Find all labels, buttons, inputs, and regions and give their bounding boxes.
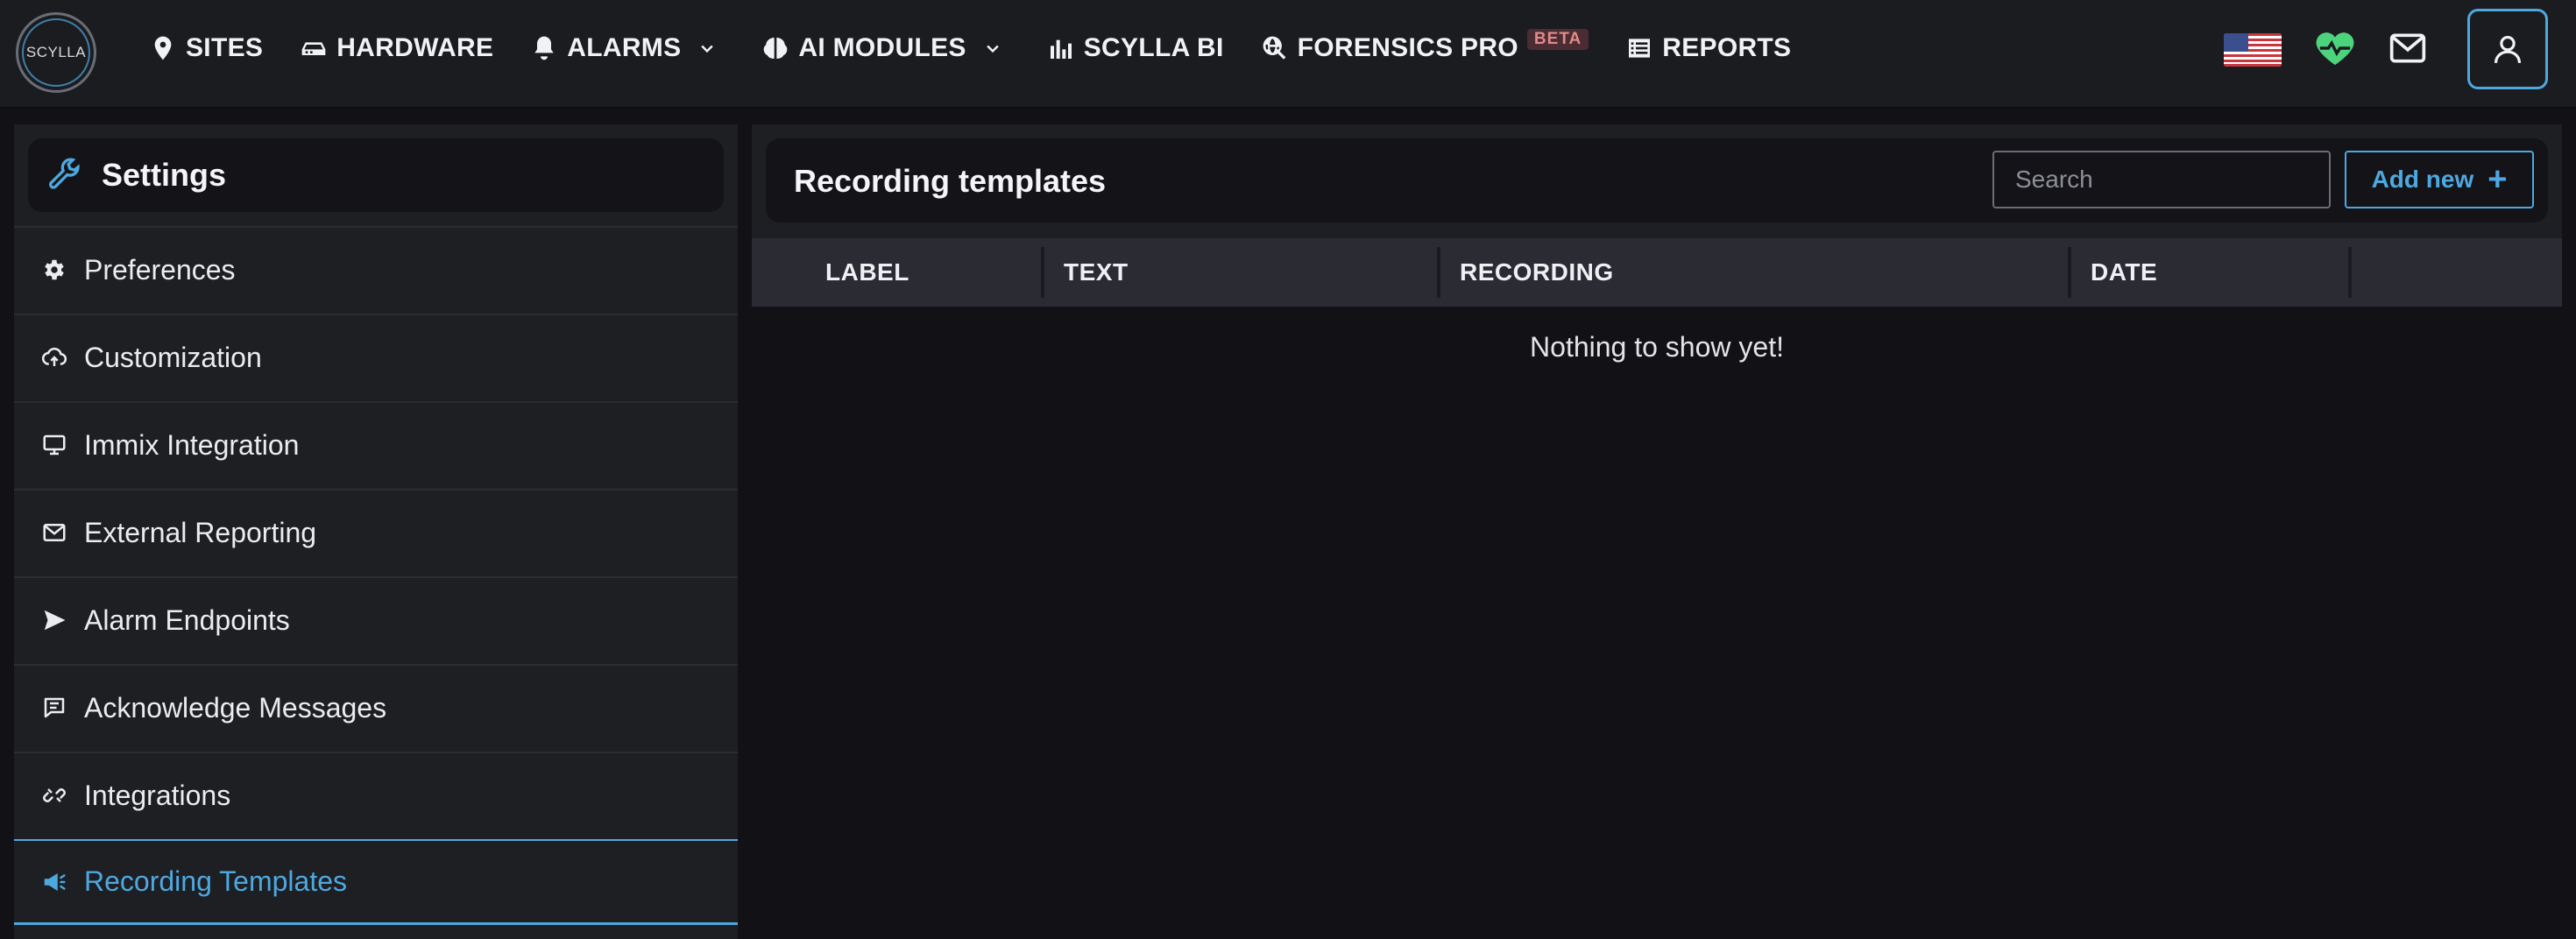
sidebar-item-alarm-endpoints[interactable]: Alarm Endpoints [14,576,738,662]
gear-icon [40,256,68,284]
nav-reports[interactable]: REPORTS [1625,22,1791,74]
mail-icon[interactable] [2388,32,2427,65]
table-body: Nothing to show yet! [752,307,2562,939]
wrench-icon [49,158,80,189]
column-header-label[interactable]: LABEL [825,238,909,307]
nav-scylla-bi-label: SCYLLA BI [1083,33,1224,62]
message-icon [40,694,68,722]
send-icon [40,606,68,634]
column-resize-handle[interactable] [2348,247,2352,298]
add-new-label: Add new [2371,166,2474,193]
globe-search-icon [1263,36,1286,60]
page-title: Recording templates [794,163,1107,199]
flag-us-icon[interactable] [2224,33,2282,67]
brain-icon [764,38,788,59]
chevron-down-icon [701,45,714,53]
chevron-down-icon [987,45,999,53]
user-icon [2494,35,2522,63]
cloud-upload-icon [40,343,68,371]
user-account-button[interactable] [2467,9,2548,89]
sidebar-item-label: Customization [84,341,262,373]
bar-chart-icon [1050,39,1072,59]
column-resize-handle[interactable] [1041,247,1044,298]
sidebar-item-integrations[interactable]: Integrations [14,752,738,837]
sidebar-item-label: Integrations [84,779,231,811]
panel-header: Recording templates Add new + [766,138,2548,222]
top-navigation-bar: SCYLLA SITES HARDWARE ALARMS AI MODULES … [0,0,2576,109]
sidebar-item-external-reporting[interactable]: External Reporting [14,489,738,575]
search-input[interactable] [1992,151,2331,208]
sidebar-item-label: Acknowledge Messages [84,691,387,724]
sidebar-item-acknowledge-messages[interactable]: Acknowledge Messages [14,664,738,750]
settings-title: Settings [102,157,227,193]
sidebar-item-label: Recording Templates [84,865,348,897]
envelope-icon [40,519,68,547]
nav-hardware[interactable]: HARDWARE [300,22,493,74]
nav-sites-label: SITES [186,33,264,62]
settings-sidebar: Settings Preferences Customization Immix… [14,124,738,939]
beta-badge: BETA [1526,29,1589,50]
sidebar-item-preferences[interactable]: Preferences [14,226,738,312]
nav-scylla-bi[interactable]: SCYLLA BI [1047,22,1224,74]
nav-ai-modules-label: AI MODULES [798,33,966,62]
sidebar-item-label: External Reporting [84,516,317,548]
nav-ai-modules[interactable]: AI MODULES [761,22,1009,74]
nav-forensics-pro[interactable]: FORENSICS PRO BETA [1261,22,1589,74]
sidebar-item-customization[interactable]: Customization [14,314,738,399]
nav-forensics-pro-label: FORENSICS PRO [1297,33,1518,62]
sidebar-item-label: Preferences [84,253,236,286]
settings-header: Settings [28,138,724,212]
sidebar-item-label: Immix Integration [84,428,300,461]
add-new-button[interactable]: Add new + [2345,151,2534,208]
table-header: LABEL TEXT RECORDING DATE [752,238,2562,307]
sidebar-item-immix-integration[interactable]: Immix Integration [14,401,738,487]
main-panel: Recording templates Add new + LABEL TEXT… [752,124,2562,939]
bell-icon [534,36,554,60]
column-header-date[interactable]: DATE [2091,238,2157,307]
scylla-logo[interactable]: SCYLLA [16,12,96,93]
plus-icon: + [2488,161,2508,198]
sidebar-item-label: Alarm Endpoints [84,604,290,636]
nav-reports-label: REPORTS [1662,33,1792,62]
logo-text: SCYLLA [25,44,87,60]
empty-state-message: Nothing to show yet! [1530,331,1784,363]
nav-hardware-label: HARDWARE [336,33,494,62]
column-resize-handle[interactable] [2068,247,2071,298]
map-pin-icon [154,36,172,60]
hardware-icon [301,42,326,55]
report-list-icon [1629,39,1651,58]
nav-alarms[interactable]: ALARMS [530,22,725,74]
link-broken-icon [40,781,68,809]
nav-alarms-label: ALARMS [567,33,682,62]
monitor-icon [40,431,68,459]
heartbeat-icon[interactable] [2315,30,2355,67]
column-header-text[interactable]: TEXT [1064,238,1129,307]
megaphone-icon [40,868,68,896]
sidebar-item-recording-templates[interactable]: Recording Templates [14,839,738,925]
column-header-recording[interactable]: RECORDING [1460,238,1614,307]
nav-sites[interactable]: SITES [149,22,263,74]
column-resize-handle[interactable] [1437,247,1440,298]
main-nav: SITES HARDWARE ALARMS AI MODULES SCYLLA … [149,0,1828,96]
